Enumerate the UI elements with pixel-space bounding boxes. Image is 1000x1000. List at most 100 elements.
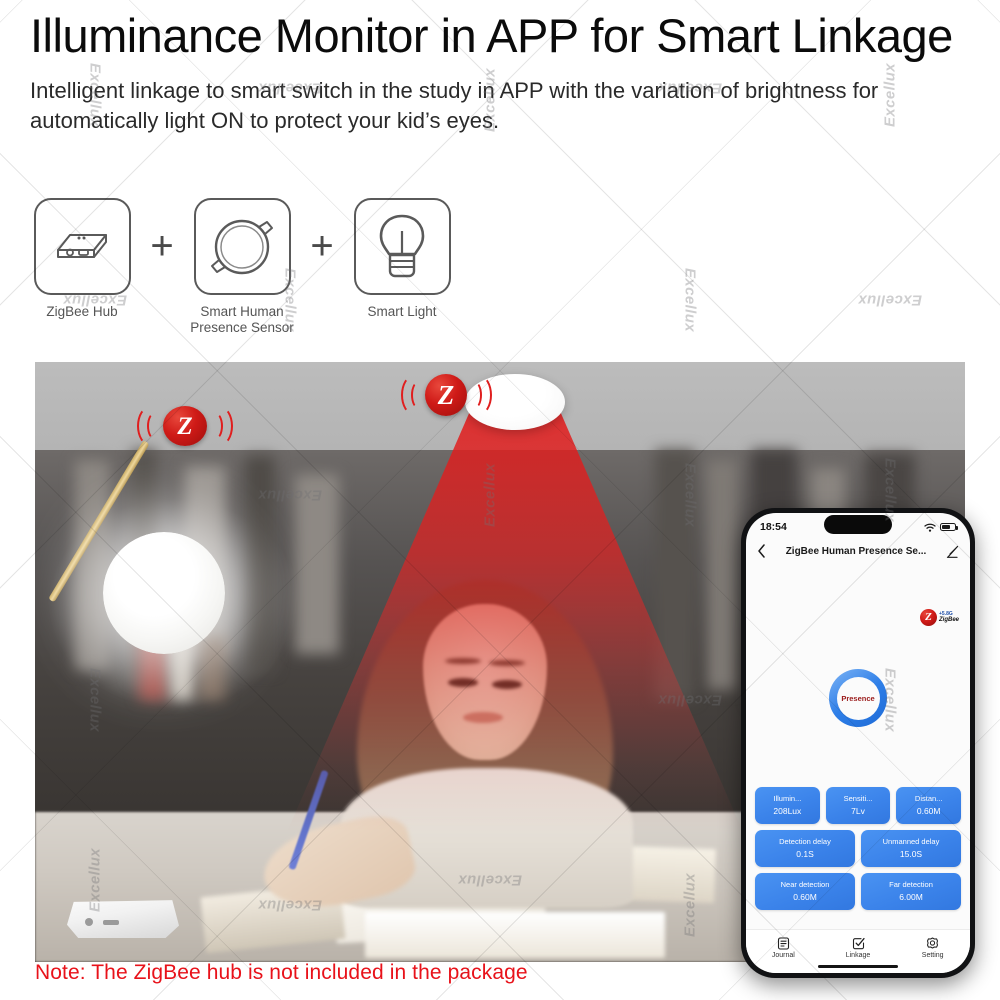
- tile-label: Detection delay: [779, 837, 831, 846]
- shelf-bar: [75, 460, 109, 670]
- zigbee-badge-oval: Z: [163, 406, 207, 446]
- app-title: ZigBee Human Presence Se...: [785, 545, 927, 557]
- product-item-hub: ZigBee Hub: [30, 198, 134, 320]
- product-label: Smart Human Presence Sensor: [190, 304, 294, 335]
- status-bar: 18:54: [746, 513, 970, 537]
- tile-label: Illumin...: [773, 794, 802, 803]
- app-content: Z +5.8G ZigBee Presence Illumin... 208Lu…: [746, 565, 970, 929]
- bottom-tab-bar: Journal Linkage Setting: [746, 929, 970, 973]
- product-label: Smart Light: [367, 304, 437, 319]
- watermark-text: Excellux: [681, 267, 699, 333]
- tile-row: Near detection 0.60M Far detection 6.00M: [755, 873, 961, 910]
- zigbee-brand-name: ZigBee: [938, 617, 959, 623]
- app-nav-bar: ZigBee Human Presence Se...: [746, 537, 970, 565]
- zigbee-logo-badge: Z +5.8G ZigBee: [919, 609, 959, 626]
- product-item-light: Smart Light: [350, 198, 454, 320]
- zigbee-hub-device: [67, 894, 179, 938]
- tile-sensitivity[interactable]: Sensiti... 7Lv: [825, 787, 891, 824]
- presence-status-label: Presence: [841, 693, 875, 703]
- wifi-icon: [924, 523, 936, 532]
- product-combination-row: ZigBee Hub + Smart Human Presence Sensor …: [30, 198, 454, 336]
- open-book: [365, 912, 665, 958]
- zigbee-logo-text: +5.8G ZigBee: [938, 612, 959, 624]
- dynamic-island: [824, 515, 892, 534]
- tab-label: Linkage: [845, 951, 871, 959]
- parameter-tiles: Illumin... 208Lux Sensiti... 7Lv Distan.…: [755, 787, 962, 916]
- tile-value: 15.0S: [899, 849, 923, 859]
- header-block: Illuminance Monitor in APP for Smart Lin…: [0, 0, 1000, 136]
- tile-unmanned-delay[interactable]: Unmanned delay 15.0S: [861, 830, 961, 867]
- tab-journal[interactable]: Journal: [746, 936, 821, 959]
- smartphone-mockup: 18:54 ZigBee Human Presence Se... Z +5.8…: [741, 508, 975, 978]
- hub-zigbee-badge: Z: [137, 406, 233, 446]
- zigbee-letter: Z: [177, 412, 193, 440]
- tile-value: 6.00M: [899, 892, 923, 902]
- signal-wave: [137, 406, 163, 446]
- tile-value: 7Lv: [851, 806, 865, 816]
- tile-distance[interactable]: Distan... 0.60M: [896, 787, 962, 824]
- tile-value: 0.60M: [793, 892, 817, 902]
- package-note: Note: The ZigBee hub is not included in …: [35, 961, 528, 984]
- journal-icon: [777, 936, 789, 950]
- tile-label: Far detection: [889, 880, 933, 889]
- watermark-text: Excellux: [857, 291, 923, 309]
- tile-detection-delay[interactable]: Detection delay 0.1S: [755, 830, 855, 867]
- shelf-bar: [245, 456, 275, 671]
- zigbee-letter: Z: [437, 379, 455, 410]
- presence-ring-inner: Presence: [836, 676, 880, 720]
- page-subtitle: Intelligent linkage to smart switch in t…: [30, 78, 879, 133]
- status-clock: 18:54: [760, 521, 787, 533]
- product-item-sensor: Smart Human Presence Sensor: [190, 198, 294, 336]
- hub-body: [67, 900, 179, 938]
- tile-label: Sensiti...: [843, 794, 873, 803]
- tile-value: 208Lux: [773, 806, 802, 816]
- tile-label: Unmanned delay: [882, 837, 940, 846]
- battery-icon: [940, 523, 958, 531]
- status-icons: [924, 523, 958, 532]
- shelf-bar: [707, 460, 737, 690]
- presence-sensor-icon: [211, 219, 273, 274]
- hub-button: [85, 918, 93, 926]
- shelf-book: [199, 636, 225, 700]
- zigbee-letter: Z: [925, 611, 932, 623]
- tile-row: Detection delay 0.1S Unmanned delay 15.0…: [755, 830, 961, 867]
- tile-value: 0.60M: [916, 806, 941, 816]
- linkage-icon: [852, 937, 865, 949]
- signal-wave: [207, 406, 233, 446]
- tile-near-detection[interactable]: Near detection 0.60M: [755, 873, 855, 910]
- tile-far-detection[interactable]: Far detection 6.00M: [861, 873, 961, 910]
- shelf-bar: [295, 474, 339, 654]
- plus-symbol-1: +: [150, 224, 174, 268]
- tile-illuminance[interactable]: Illumin... 208Lux: [755, 787, 820, 824]
- tile-row: Illumin... 208Lux Sensiti... 7Lv Distan.…: [755, 787, 962, 824]
- zigbee-hub-icon: [57, 233, 107, 258]
- hub-port: [103, 920, 119, 925]
- tile-label: Near detection: [780, 880, 830, 889]
- home-indicator: [818, 964, 898, 968]
- product-label: ZigBee Hub: [46, 304, 118, 319]
- light-bulb-icon: [379, 214, 425, 277]
- sensor-zigbee-badge: Z: [401, 374, 492, 416]
- zigbee-logo-oval: Z: [919, 609, 937, 626]
- presence-status-ring[interactable]: Presence: [829, 669, 887, 727]
- tile-value: 0.1S: [796, 849, 814, 859]
- product-icon-frame: [33, 198, 131, 295]
- zigbee-badge-oval: Z: [425, 374, 467, 416]
- back-chevron-icon[interactable]: [757, 544, 766, 558]
- product-icon-frame: [193, 198, 291, 295]
- signal-wave: [401, 375, 426, 415]
- plus-symbol-2: +: [310, 224, 334, 268]
- signal-wave: [467, 375, 492, 415]
- tile-label: Distan...: [914, 794, 943, 803]
- pencil-icon[interactable]: [946, 545, 959, 558]
- tab-setting[interactable]: Setting: [895, 936, 970, 959]
- globe-lamp: [103, 532, 225, 654]
- phone-screen: 18:54 ZigBee Human Presence Se... Z +5.8…: [746, 513, 970, 973]
- product-icon-frame: [353, 198, 451, 295]
- tab-linkage[interactable]: Linkage: [821, 937, 896, 959]
- tab-label: Setting: [921, 951, 944, 959]
- tab-label: Journal: [771, 951, 795, 959]
- gear-icon: [927, 936, 939, 949]
- presence-indicator-wrap: Presence: [746, 669, 970, 727]
- page-title: Illuminance Monitor in APP for Smart Lin…: [30, 9, 953, 62]
